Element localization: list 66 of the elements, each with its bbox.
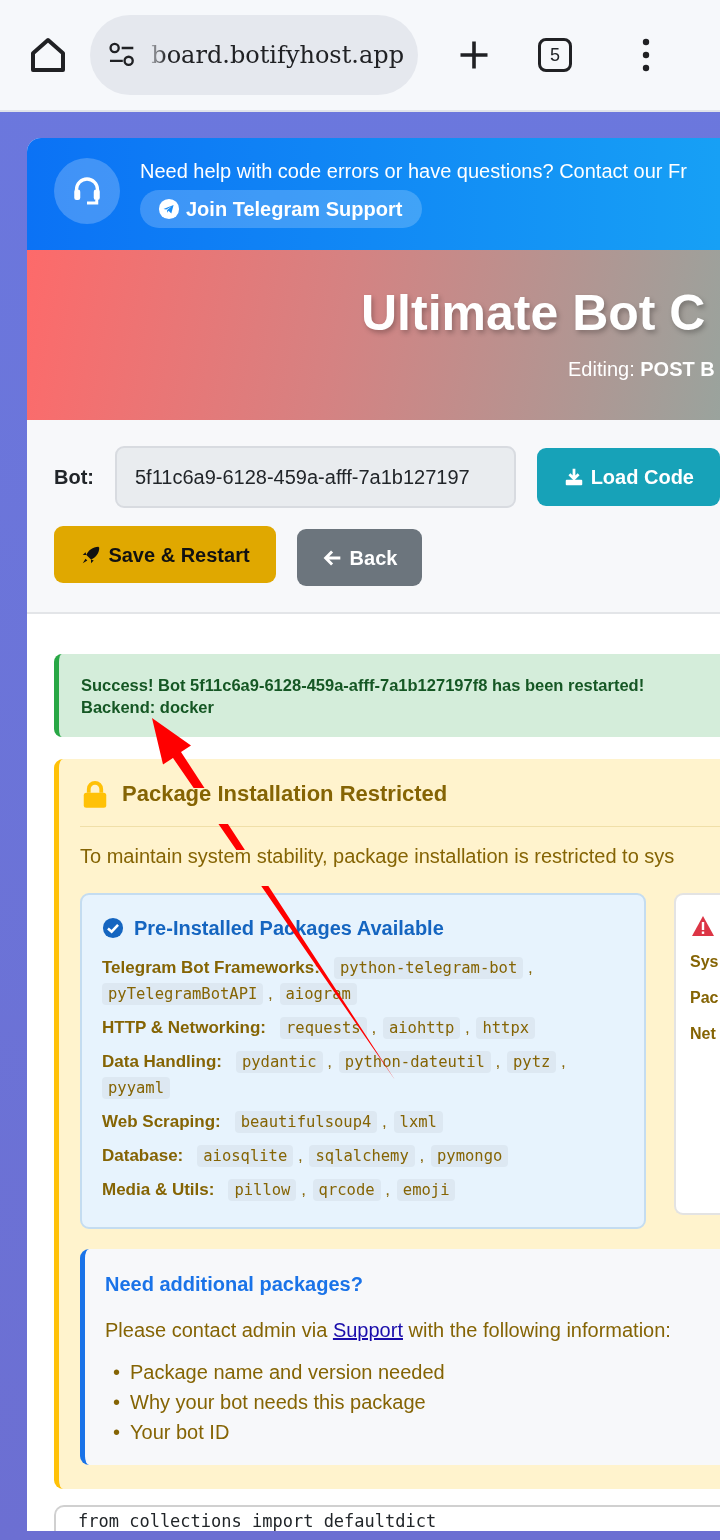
comma-separator: , [298, 1146, 303, 1165]
bullet-mark: • [113, 1360, 120, 1385]
page-title: Ultimate Bot C [361, 284, 707, 343]
limit-label: Pac [690, 987, 720, 1008]
package-name: python-dateutil [338, 1051, 491, 1073]
package-name: pytz [507, 1051, 557, 1073]
address-bar[interactable]: board.botifyhost.app [90, 15, 418, 95]
support-link[interactable]: Support [332, 1319, 403, 1341]
category-label: Database: [102, 1146, 184, 1165]
package-name: beautifulsoup4 [234, 1111, 378, 1133]
alert-text: Backend: docker [81, 697, 215, 718]
home-icon[interactable] [28, 35, 68, 75]
requirement-item: Your bot ID [130, 1420, 230, 1445]
comma-separator: , [419, 1146, 425, 1165]
category-label: Web Scraping: [102, 1112, 221, 1131]
comma-separator: , [385, 1180, 391, 1199]
tab-count[interactable]: 5 [538, 38, 572, 72]
package-name: lxml [393, 1111, 443, 1133]
package-name: sqlalchemy [309, 1145, 415, 1167]
bot-label: Bot: [54, 465, 94, 490]
save-restart-button[interactable]: Save & Restart [54, 526, 276, 583]
comma-separator: , [371, 1018, 377, 1037]
comma-separator: , [464, 1018, 470, 1037]
package-name: emoji [396, 1179, 456, 1201]
package-name: pyTelegramBotAPI [102, 983, 264, 1005]
alert-text: Success! Bot 5f11c6a9-6128-459a-afff-7a1b127197f8 has been restarted! [81, 675, 646, 696]
package-name: pillow [228, 1179, 297, 1201]
comma-separator: , [327, 1052, 333, 1071]
package-name: httpx [476, 1017, 536, 1039]
requirement-item: Why your bot needs this package [130, 1390, 426, 1415]
code-line: from collections import defaultdict [78, 1510, 438, 1531]
additional-packages-title: Need additional packages? [105, 1272, 364, 1297]
restriction-title: Package Installation Restricted [122, 780, 448, 808]
bullet-mark: • [113, 1390, 120, 1415]
editing-subtitle: Editing: POST B [568, 357, 716, 382]
comma-separator: , [495, 1052, 501, 1071]
comma-separator: , [301, 1180, 306, 1199]
telegram-icon [158, 198, 180, 220]
code-editor[interactable]: from collections import defaultdict [54, 1505, 720, 1531]
package-name: python-telegram-bot [333, 957, 524, 979]
category-label: Telegram Bot Frameworks: [102, 958, 320, 977]
package-name: pyyaml [102, 1077, 170, 1099]
restriction-text: To maintain system stability, package installation is restricted to sys [80, 844, 676, 869]
package-name: qrcode [312, 1179, 381, 1201]
category-label: Media & Utils: [102, 1180, 215, 1199]
limit-label: Net [690, 1023, 717, 1044]
bot-id-field[interactable]: 5f11c6a9-6128-459a-afff-7a1b127197 [115, 446, 516, 508]
category-label: Data Handling: [102, 1052, 222, 1071]
back-button[interactable]: Back [297, 529, 422, 586]
help-text: Need help with code errors or have questions? Contact our Fr [140, 159, 687, 184]
comma-separator: , [268, 984, 273, 1003]
package-name: requests [280, 1017, 367, 1039]
bullet-mark: • [113, 1420, 120, 1445]
check-circle-icon [102, 917, 124, 939]
package-name: aiohttp [382, 1017, 461, 1039]
package-name: aiosqlite [197, 1145, 294, 1167]
category-label: HTTP & Networking: [102, 1018, 267, 1037]
comma-separator: , [527, 958, 533, 977]
package-name: pydantic [235, 1051, 323, 1073]
comma-separator: , [561, 1052, 566, 1071]
contact-text: Please contact admin via Support with the following information: [105, 1318, 672, 1343]
package-name: pymongo [431, 1145, 509, 1167]
comma-separator: , [382, 1112, 387, 1131]
limit-label: Sys [690, 951, 720, 972]
requirement-item: Package name and version needed [130, 1360, 445, 1385]
menu-icon[interactable] [640, 37, 652, 73]
